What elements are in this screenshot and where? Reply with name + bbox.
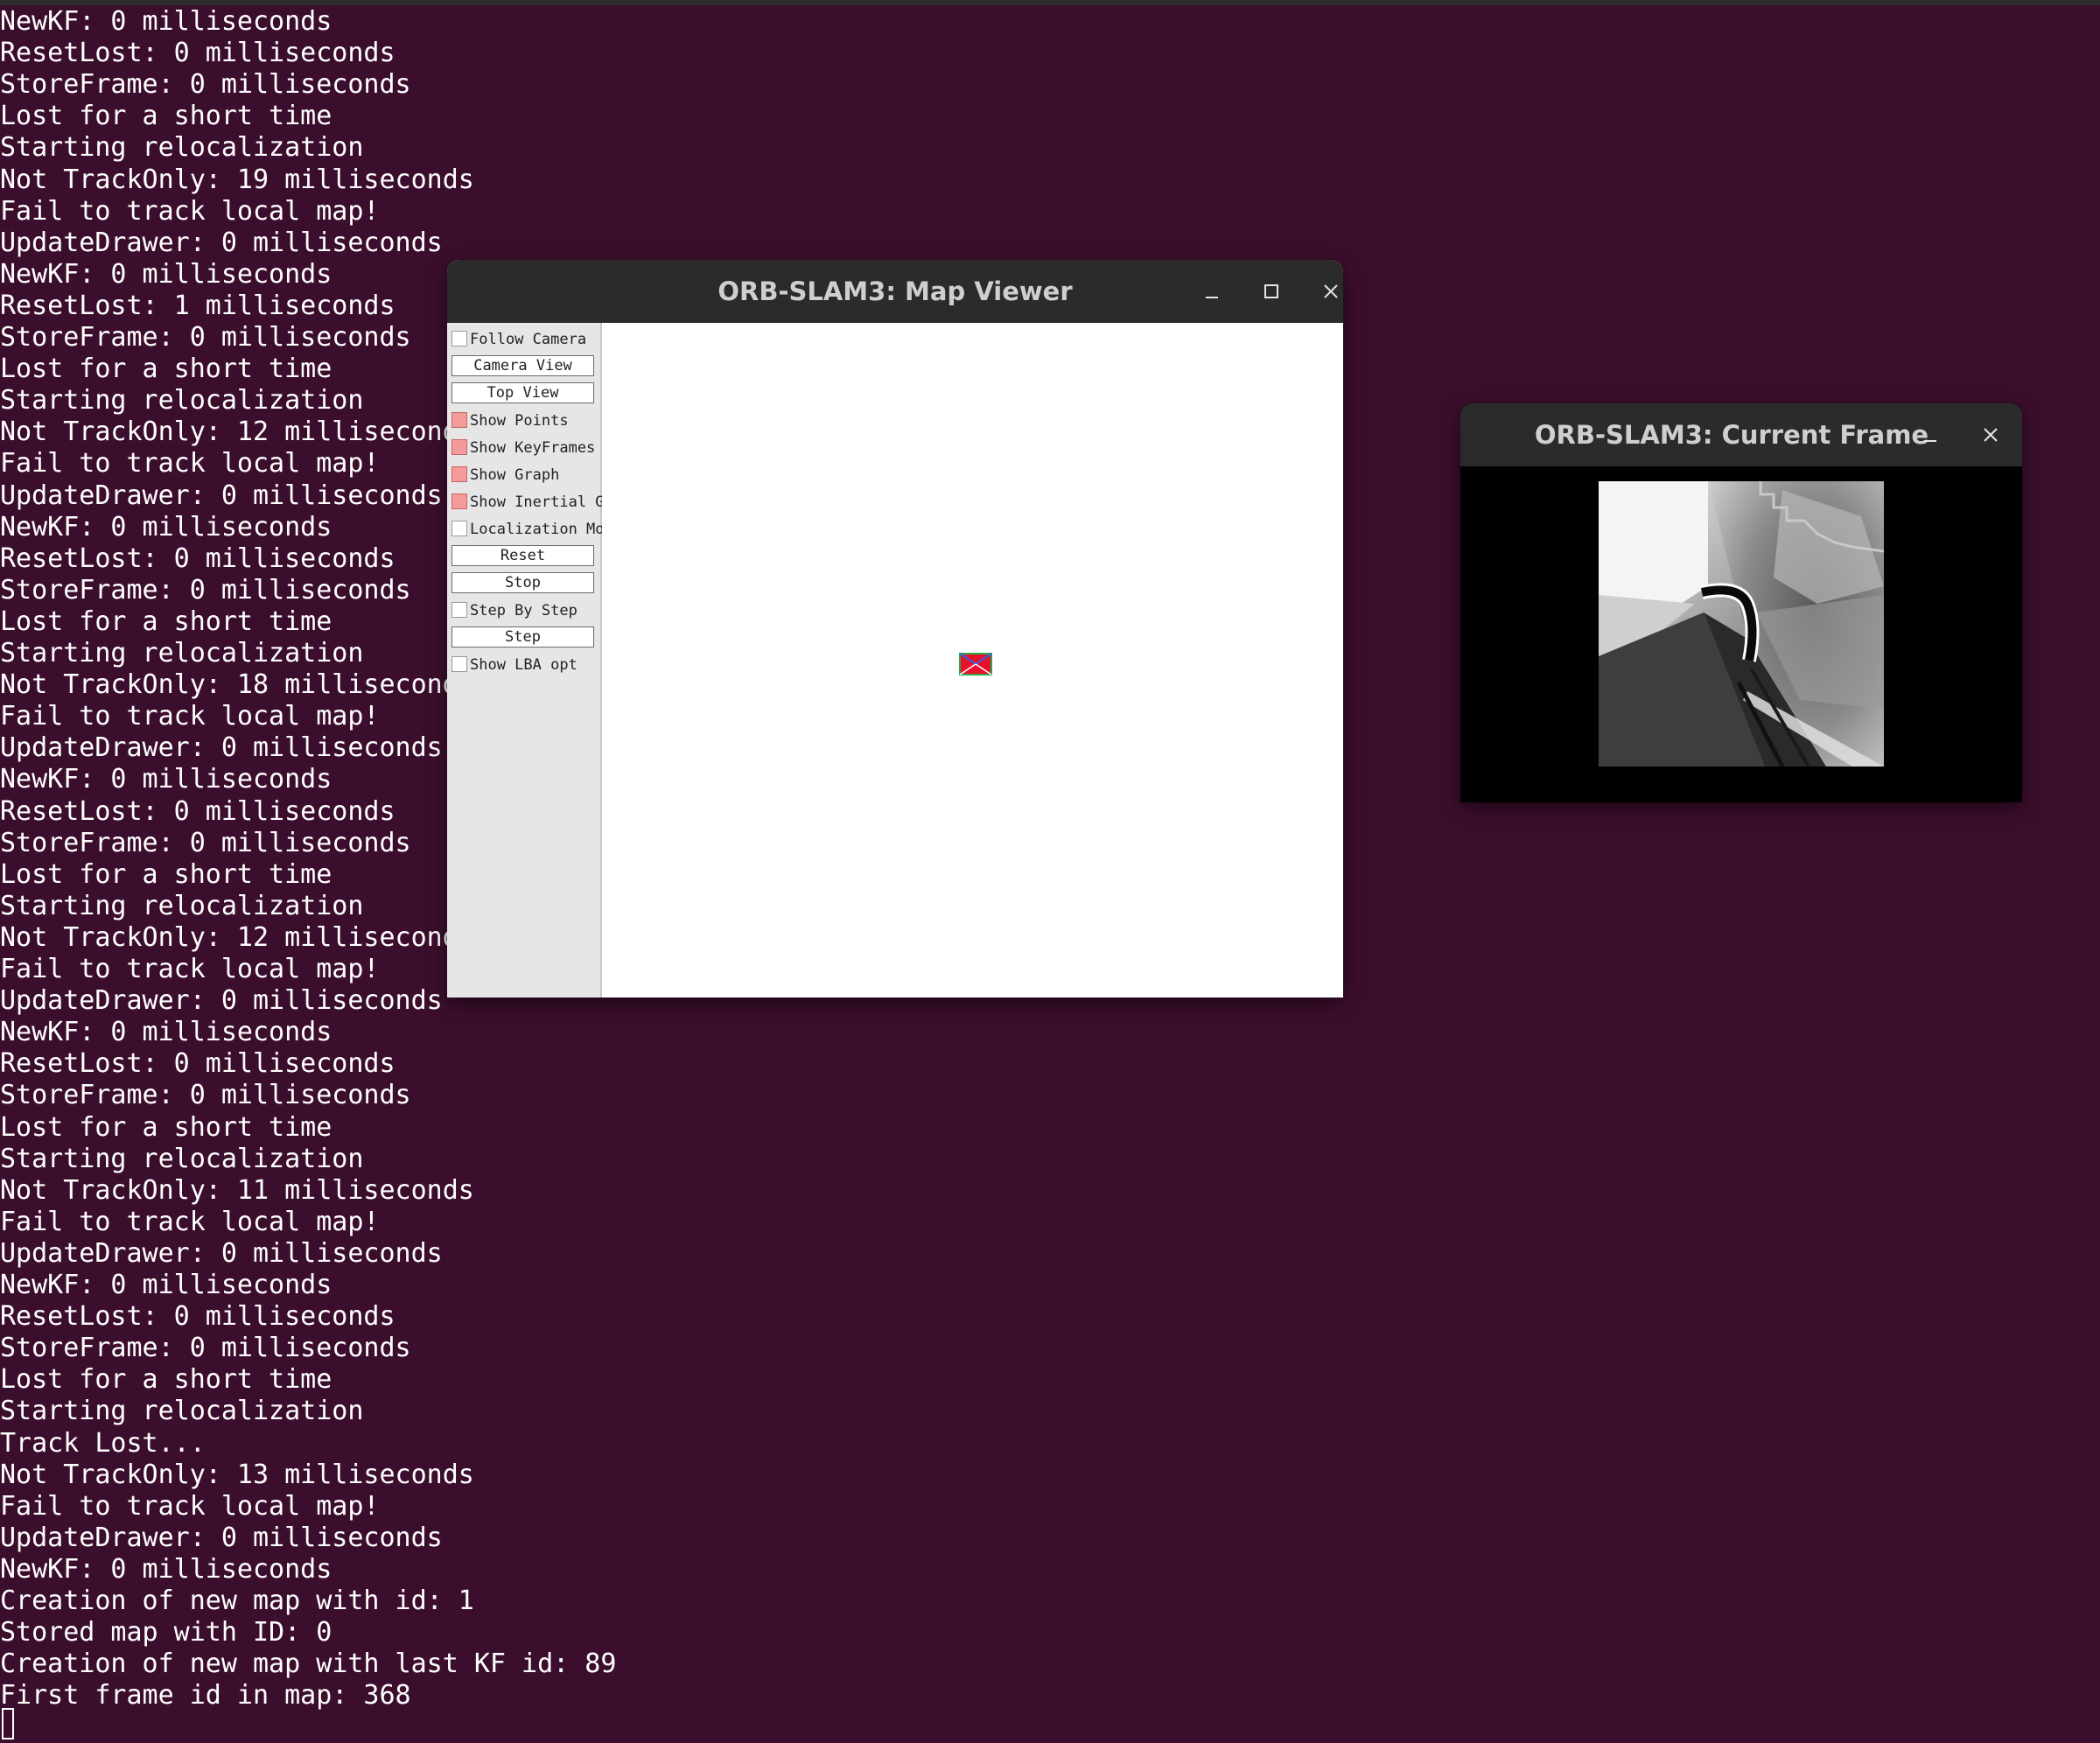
terminal-line: Lost for a short time (0, 101, 332, 132)
camera-marker-icon (959, 653, 992, 676)
minimize-icon (1206, 297, 1218, 298)
close-icon (1984, 428, 1998, 442)
show-keyframes-label: Show KeyFrames (470, 439, 596, 457)
terminal-line: Starting relocalization (0, 385, 364, 416)
terminal-line: Lost for a short time (0, 606, 332, 637)
control-panel: Follow Camera Camera View Top View Show … (447, 323, 640, 998)
terminal-line: NewKF: 0 milliseconds (0, 511, 332, 542)
frame-close-button[interactable] (1971, 416, 2010, 454)
show-graph-box[interactable] (452, 466, 467, 482)
terminal-line: Creation of new map with last KF id: 89 (0, 1648, 617, 1680)
localization-mode-label: Localization Mode (470, 521, 622, 538)
terminal-line: StoreFrame: 0 milliseconds (0, 69, 411, 101)
terminal-line: UpdateDrawer: 0 milliseconds (0, 227, 443, 258)
terminal-line: ResetLost: 0 milliseconds (0, 1048, 396, 1080)
terminal-line: Track Lost... (0, 1427, 206, 1459)
step-by-step-label: Step By Step (470, 602, 578, 620)
terminal-line: NewKF: 0 milliseconds (0, 1270, 332, 1300)
terminal-line: Not TrackOnly: 13 milliseconds (0, 1459, 474, 1490)
terminal-line: UpdateDrawer: 0 milliseconds (0, 1522, 443, 1553)
terminal-line: Fail to track local map! (0, 954, 380, 984)
current-frame-image (1599, 481, 1884, 766)
terminal-line: UpdateDrawer: 0 milliseconds (0, 480, 443, 511)
terminal-line: Not TrackOnly: 12 milliseconds (0, 921, 474, 953)
current-frame-window[interactable]: ORB-SLAM3: Current Frame (1460, 403, 2022, 802)
terminal-line: NewKF: 0 milliseconds (0, 764, 332, 795)
top-bar (0, 0, 2100, 5)
terminal-line: Lost for a short time (0, 858, 332, 890)
terminal-line: NewKF: 0 milliseconds (0, 258, 332, 290)
terminal-line: Starting relocalization (0, 890, 364, 921)
terminal-line: Starting relocalization (0, 1143, 364, 1174)
show-lba-opt-label: Show LBA opt (470, 656, 578, 674)
terminal-line: ResetLost: 1 milliseconds (0, 290, 396, 321)
terminal-line: Fail to track local map! (0, 701, 380, 732)
terminal-line: Lost for a short time (0, 1364, 332, 1396)
terminal-line: Fail to track local map! (0, 195, 380, 227)
terminal-line: Not TrackOnly: 19 milliseconds (0, 164, 474, 195)
terminal-line: StoreFrame: 0 milliseconds (0, 322, 411, 353)
frame-minimize-button[interactable] (1911, 416, 1950, 454)
camera-view-button[interactable]: Camera View (452, 355, 594, 376)
show-lba-opt-box[interactable] (452, 656, 467, 672)
maximize-button[interactable] (1252, 272, 1291, 311)
show-keyframes-box[interactable] (452, 439, 467, 455)
close-button[interactable] (1312, 272, 1343, 311)
terminal-line: Stored map with ID: 0 (0, 1617, 332, 1648)
terminal-line: Starting relocalization (0, 132, 364, 164)
terminal-line: UpdateDrawer: 0 milliseconds (0, 1237, 443, 1269)
show-points-label: Show Points (470, 412, 569, 430)
close-icon (1324, 284, 1338, 298)
minimize-icon (1924, 440, 1936, 442)
reset-button[interactable]: Reset (452, 545, 594, 566)
terminal-line: NewKF: 0 milliseconds (0, 1553, 332, 1585)
map-viewer-titlebar[interactable]: ORB-SLAM3: Map Viewer (447, 260, 1343, 323)
terminal-line: Creation of new map with id: 1 (0, 1586, 474, 1616)
show-graph-label: Show Graph (470, 466, 560, 484)
terminal-line: Not TrackOnly: 18 milliseconds (0, 669, 474, 701)
terminal-line: First frame id in map: 368 (0, 1680, 411, 1712)
minimize-button[interactable] (1193, 272, 1231, 311)
terminal-line: UpdateDrawer: 0 milliseconds (0, 985, 443, 1017)
terminal-line: StoreFrame: 0 milliseconds (0, 574, 411, 606)
terminal-line: ResetLost: 0 milliseconds (0, 1301, 396, 1333)
terminal-line: Not TrackOnly: 12 milliseconds (0, 416, 474, 448)
terminal-line: Fail to track local map! (0, 1490, 380, 1522)
terminal-line: Fail to track local map! (0, 448, 380, 480)
stop-button[interactable]: Stop (452, 572, 594, 593)
terminal-line: Starting relocalization (0, 638, 364, 668)
top-view-button[interactable]: Top View (452, 382, 594, 403)
terminal-line: Not TrackOnly: 11 milliseconds (0, 1174, 474, 1206)
terminal-line: Fail to track local map! (0, 1206, 380, 1237)
terminal-line: Starting relocalization (0, 1396, 364, 1427)
maximize-icon (1264, 284, 1278, 298)
terminal-line: UpdateDrawer: 0 milliseconds (0, 732, 443, 764)
step-button[interactable]: Step (452, 626, 594, 648)
show-inertial-graph-box[interactable] (452, 494, 467, 509)
terminal-line: ResetLost: 0 milliseconds (0, 542, 396, 574)
terminal-line: Lost for a short time (0, 354, 332, 385)
step-by-step-box[interactable] (452, 602, 467, 618)
terminal-line: StoreFrame: 0 milliseconds (0, 1333, 411, 1364)
terminal-line: Lost for a short time (0, 1111, 332, 1143)
follow-camera-box[interactable] (452, 331, 467, 346)
terminal-line: StoreFrame: 0 milliseconds (0, 1080, 411, 1111)
terminal-line: ResetLost: 0 milliseconds (0, 795, 396, 827)
terminal-line: StoreFrame: 0 milliseconds (0, 827, 411, 858)
show-points-box[interactable] (452, 412, 467, 428)
terminal-line: NewKF: 0 milliseconds (0, 1017, 332, 1048)
map-viewer-window[interactable]: ORB-SLAM3: Map Viewer Follow Camera Came… (447, 260, 1343, 998)
terminal-line: ResetLost: 0 milliseconds (0, 38, 396, 69)
current-frame-titlebar[interactable]: ORB-SLAM3: Current Frame (1460, 403, 2022, 466)
terminal-line: NewKF: 0 milliseconds (0, 6, 332, 37)
terminal-cursor (2, 1708, 14, 1740)
follow-camera-label: Follow Camera (470, 331, 587, 348)
localization-mode-box[interactable] (452, 521, 467, 536)
